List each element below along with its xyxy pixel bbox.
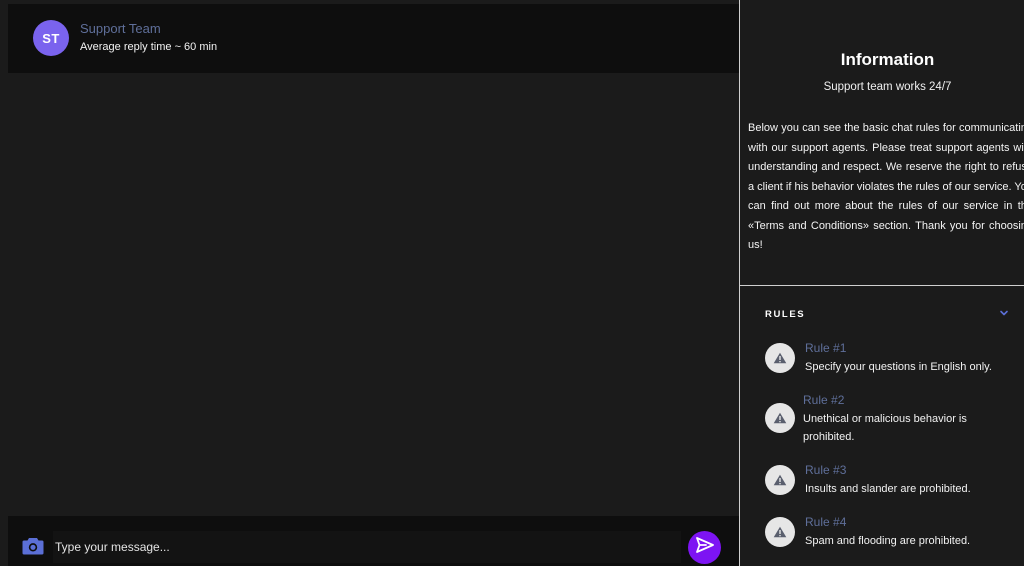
chevron-down-icon[interactable]: [998, 306, 1012, 320]
send-icon: [695, 537, 714, 558]
rule-text: Specify your questions in English only.: [805, 361, 992, 373]
warning-triangle-icon: [765, 517, 795, 547]
info-description: Below you can see the basic chat rules f…: [748, 122, 1024, 251]
rule-title: Rule #3: [805, 463, 847, 477]
rules-heading: RULES: [765, 309, 806, 320]
warning-triangle-icon: [765, 465, 795, 495]
contact-name: Support Team: [80, 21, 161, 36]
divider: [740, 285, 1024, 286]
info-subtitle: Support team works 24/7: [823, 81, 952, 93]
message-input[interactable]: [53, 531, 681, 563]
message-list: [8, 73, 739, 516]
chat-header: ST Support Team Average reply time ~ 60 …: [8, 4, 739, 73]
rule-text: Insults and slander are prohibited.: [805, 483, 971, 495]
message-composer: [8, 516, 739, 566]
rule-text: Unethical or malicious behavior is prohi…: [803, 413, 967, 443]
rule-title: Rule #4: [805, 515, 847, 529]
info-title: Information: [840, 50, 935, 69]
rule-title: Rule #1: [805, 341, 847, 355]
camera-icon[interactable]: [22, 537, 46, 557]
warning-triangle-icon: [765, 343, 795, 373]
send-button[interactable]: [688, 531, 721, 564]
warning-triangle-icon: [765, 403, 795, 433]
contact-status: Average reply time ~ 60 min: [80, 41, 218, 53]
rule-text: Spam and flooding are prohibited.: [805, 535, 971, 547]
info-panel: Information Support team works 24/7 Belo…: [739, 0, 1024, 566]
rule-title: Rule #2: [803, 393, 845, 407]
avatar: ST: [33, 20, 69, 56]
chat-panel: ST Support Team Average reply time ~ 60 …: [0, 0, 739, 566]
